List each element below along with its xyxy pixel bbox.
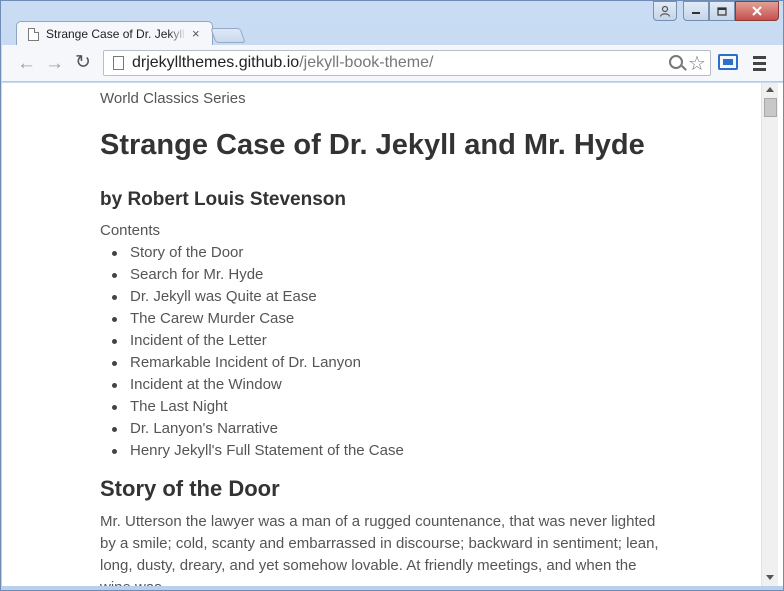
browser-window: Strange Case of Dr. Jekyll and Mr. Hyde … (0, 0, 784, 591)
contents-label: Contents (100, 222, 161, 239)
book-author: by Robert Louis Stevenson (100, 189, 346, 210)
restore-icon (717, 7, 727, 16)
back-arrow-icon[interactable]: ← (17, 53, 36, 75)
user-profile-button[interactable] (653, 1, 677, 21)
scroll-down-arrow-icon[interactable] (766, 575, 774, 580)
browser-toolbar: ← → ↻ drjekyllthemes.github.io/jekyll-bo… (2, 45, 783, 82)
toc-item[interactable]: Henry Jekyll's Full Statement of the Cas… (112, 440, 404, 462)
scrollbar-thumb[interactable] (764, 98, 777, 117)
toc-item[interactable]: The Last Night (112, 396, 404, 418)
series-label: World Classics Series (100, 90, 246, 107)
toc-item[interactable]: Remarkable Incident of Dr. Lanyon (112, 352, 404, 374)
maximize-button[interactable] (709, 1, 735, 21)
toc-item[interactable]: Dr. Lanyon's Narrative (112, 418, 404, 440)
search-icon[interactable] (669, 55, 683, 69)
url-host: drjekyllthemes.github.io (132, 54, 300, 71)
forward-arrow-icon[interactable]: → (45, 53, 64, 75)
reload-icon[interactable]: ↻ (75, 51, 91, 74)
close-icon (752, 6, 762, 16)
cast-icon[interactable] (718, 54, 738, 70)
minimize-icon (692, 12, 700, 14)
chapter-title: Story of the Door (100, 476, 280, 501)
close-window-button[interactable] (735, 1, 779, 21)
book-title: Strange Case of Dr. Jekyll and Mr. Hyde (100, 129, 645, 161)
window-controls (653, 1, 779, 21)
page-icon (113, 56, 124, 70)
url-path: /jekyll-book-theme/ (299, 54, 434, 71)
tab-strip: Strange Case of Dr. Jekyll and Mr. Hyde … (1, 1, 784, 46)
table-of-contents: Story of the Door Search for Mr. Hyde Dr… (112, 242, 404, 462)
address-bar[interactable]: drjekyllthemes.github.io/jekyll-book-the… (103, 50, 711, 76)
page-icon (28, 28, 39, 41)
toc-item[interactable]: The Carew Murder Case (112, 308, 404, 330)
bookmark-star-icon[interactable]: ☆ (688, 51, 706, 76)
toc-item[interactable]: Incident at the Window (112, 374, 404, 396)
minimize-button[interactable] (683, 1, 709, 21)
scroll-up-arrow-icon[interactable] (766, 87, 774, 92)
url-text[interactable]: drjekyllthemes.github.io/jekyll-book-the… (132, 54, 433, 72)
chapter-text: Mr. Utterson the lawyer was a man of a r… (100, 513, 659, 586)
toc-item[interactable]: Search for Mr. Hyde (112, 264, 404, 286)
toc-item[interactable]: Dr. Jekyll was Quite at Ease (112, 286, 404, 308)
page-viewport: World Classics Series Strange Case of Dr… (2, 83, 783, 586)
user-icon (659, 5, 671, 17)
menu-icon[interactable] (753, 56, 766, 74)
tab-title: Strange Case of Dr. Jekyll and Mr. Hyde (46, 27, 186, 41)
new-tab-button[interactable] (210, 28, 246, 43)
browser-tab-active[interactable]: Strange Case of Dr. Jekyll and Mr. Hyde … (16, 21, 213, 46)
toc-item[interactable]: Incident of the Letter (112, 330, 404, 352)
toc-item[interactable]: Story of the Door (112, 242, 404, 264)
vertical-scrollbar[interactable] (761, 83, 778, 586)
close-tab-icon[interactable]: × (192, 26, 200, 41)
